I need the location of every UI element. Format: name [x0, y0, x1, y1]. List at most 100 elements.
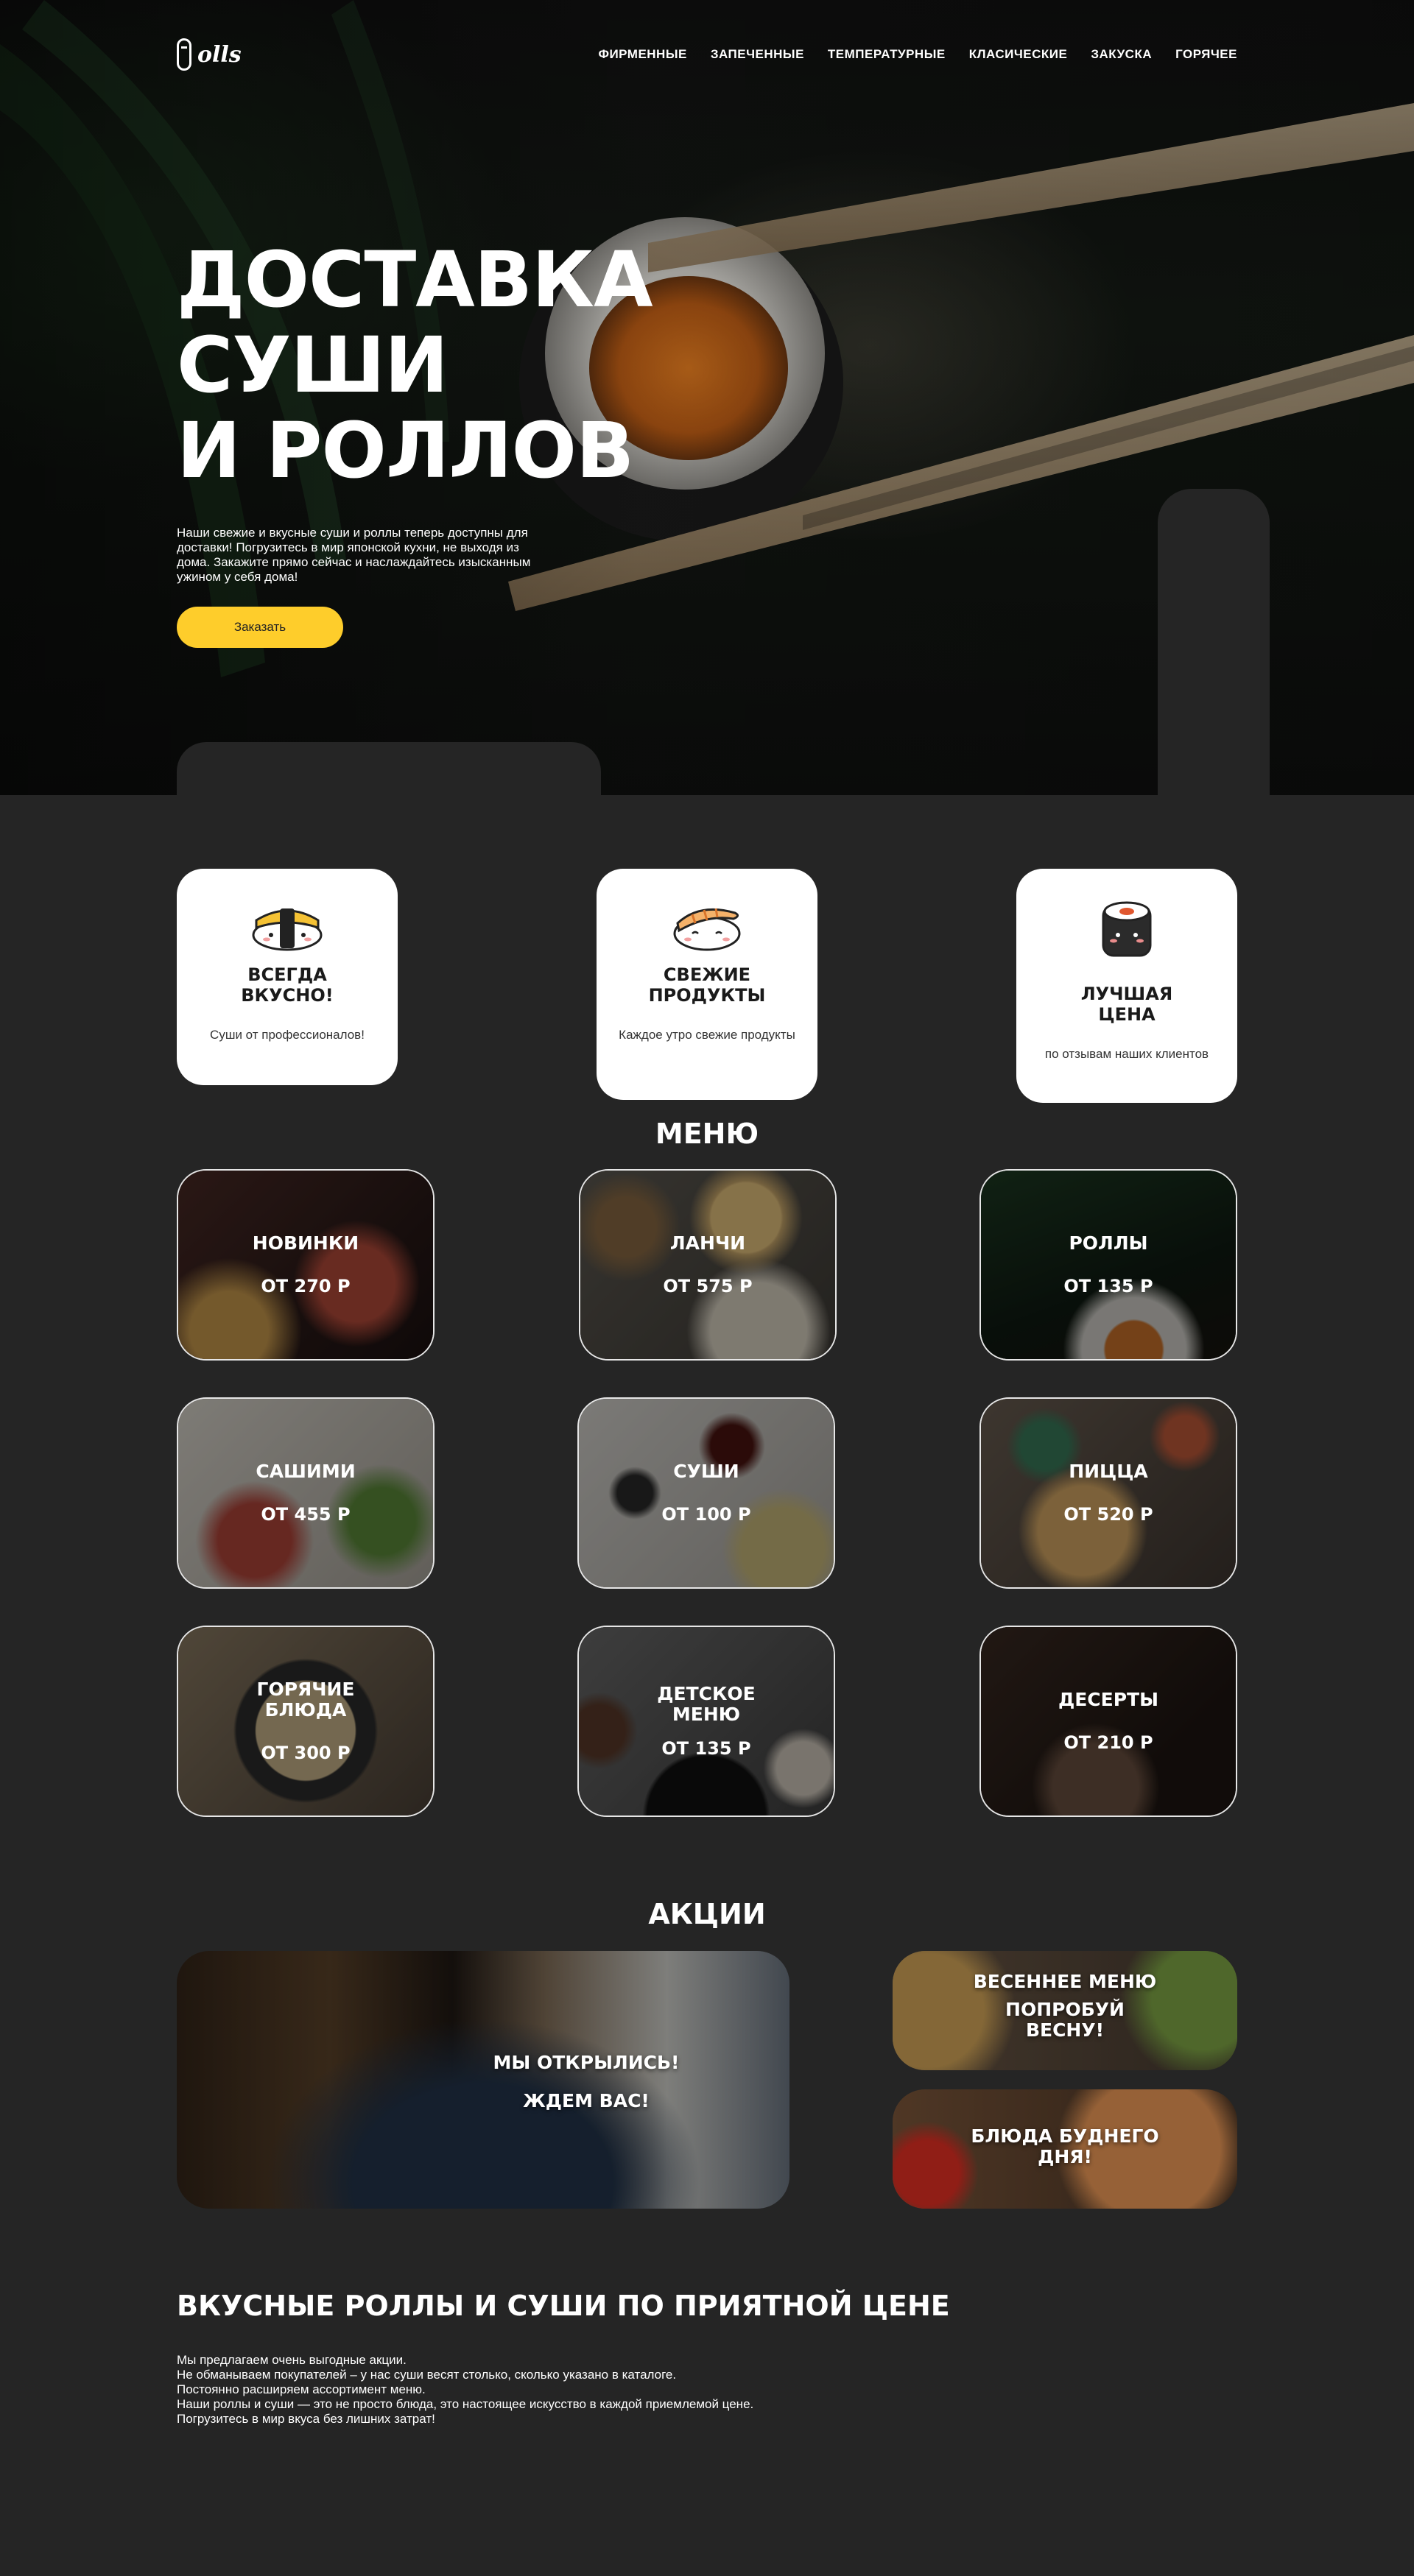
menu-card-name: ДЕСЕРТЫ	[981, 1690, 1236, 1710]
menu-card-label: ДЕТСКОЕ МЕНЮ ОТ 135 Р	[579, 1684, 834, 1760]
menu-card-rolls[interactable]: РОЛЛЫ ОТ 135 Р	[979, 1169, 1237, 1361]
hero-decor-right	[1158, 489, 1270, 795]
hero-section: olls ФИРМЕННЫЕ ЗАПЕЧЕННЫЕ ТЕМПЕРАТУРНЫЕ …	[0, 0, 1414, 795]
maki-roll-icon	[1102, 901, 1152, 957]
about-section: ВКУСНЫЕ РОЛЛЫ И СУШИ ПО ПРИЯТНОЙ ЦЕНЕ Мы…	[0, 2245, 1414, 2546]
about-text: Мы предлагаем очень выгодные акции. Не о…	[177, 2353, 1237, 2427]
nav-item-signature[interactable]: ФИРМЕННЫЕ	[598, 47, 686, 62]
main-nav: ФИРМЕННЫЕ ЗАПЕЧЕННЫЕ ТЕМПЕРАТУРНЫЕ КЛАСИ…	[598, 47, 1237, 62]
promo-line1: МЫ ОТКРЫЛИСЬ!	[493, 2052, 680, 2073]
nav-item-classic[interactable]: КЛАСИЧЕСКИЕ	[969, 47, 1068, 62]
menu-card-label: ПИЦЦА ОТ 520 Р	[981, 1461, 1236, 1525]
about-line: Постоянно расширяем ассортимент меню.	[177, 2382, 426, 2396]
menu-card-price: ОТ 300 Р	[261, 1743, 351, 1763]
promo-line2: ЖДЕМ ВАС!	[523, 2090, 650, 2111]
menu-card-price: ОТ 100 Р	[661, 1504, 751, 1525]
feature-card-fresh: СВЕЖИЕ ПРОДУКТЫ Каждое утро свежие проду…	[597, 869, 817, 1100]
promos-section: МЫ ОТКРЫЛИСЬ! ЖДЕМ ВАС! ВЕСЕННЕЕ МЕНЮ ПО…	[0, 1951, 1414, 2245]
feature-title: ВСЕГДА ВКУСНО!	[177, 964, 398, 1006]
promo-spring-menu[interactable]: ВЕСЕННЕЕ МЕНЮ ПОПРОБУЙ ВЕСНУ!	[893, 1951, 1237, 2070]
menu-card-desserts[interactable]: ДЕСЕРТЫ ОТ 210 Р	[979, 1626, 1237, 1817]
nav-item-snack[interactable]: ЗАКУСКА	[1091, 47, 1152, 62]
menu-card-name-line1: САШИМИ	[256, 1461, 356, 1482]
menu-card-price: ОТ 135 Р	[661, 1738, 751, 1759]
feature-title-line1: ЛУЧШАЯ	[1080, 984, 1173, 1004]
menu-card-name-line1: ЛАНЧИ	[669, 1232, 746, 1254]
promo-line1: БЛЮДА БУДНЕГО	[971, 2125, 1159, 2147]
menu-card-name-line1: СУШИ	[673, 1461, 739, 1482]
feature-title-line1: СВЕЖИЕ	[663, 964, 751, 985]
menu-card-name: НОВИНКИ	[178, 1233, 433, 1254]
hero-decor-left	[177, 742, 601, 795]
menu-card-name: ГОРЯЧИЕ БЛЮДА	[178, 1679, 433, 1721]
promo-text: МЫ ОТКРЫЛИСЬ! ЖДЕМ ВАС!	[383, 2053, 789, 2111]
menu-card-lunch[interactable]: ЛАНЧИ ОТ 575 Р	[579, 1169, 837, 1361]
menu-card-label: ГОРЯЧИЕ БЛЮДА ОТ 300 Р	[178, 1679, 433, 1764]
feature-title-line2: ЦЕНА	[1098, 1004, 1156, 1025]
menu-card-name: САШИМИ	[178, 1461, 433, 1482]
menu-card-name: ЛАНЧИ	[580, 1233, 835, 1254]
menu-card-name-line2: МЕНЮ	[672, 1704, 741, 1725]
about-title: ВКУСНЫЕ РОЛЛЫ И СУШИ ПО ПРИЯТНОЙ ЦЕНЕ	[177, 2290, 950, 2322]
menu-card-name-line1: ПИЦЦА	[1069, 1461, 1148, 1482]
menu-card-sashimi[interactable]: САШИМИ ОТ 455 Р	[177, 1397, 435, 1589]
nav-item-hot[interactable]: ГОРЯЧЕЕ	[1175, 47, 1237, 62]
promo-opening[interactable]: МЫ ОТКРЫЛИСЬ! ЖДЕМ ВАС!	[177, 1951, 789, 2209]
menu-card-name: РОЛЛЫ	[981, 1233, 1236, 1254]
promos-title: АКЦИИ	[648, 1898, 766, 1930]
menu-card-label: ЛАНЧИ ОТ 575 Р	[580, 1233, 835, 1297]
menu-title: МЕНЮ	[655, 1118, 759, 1150]
promo-line2: ДНЯ!	[1038, 2146, 1092, 2167]
feature-title: СВЕЖИЕ ПРОДУКТЫ	[597, 964, 817, 1006]
menu-card-price: ОТ 270 Р	[261, 1276, 351, 1296]
menu-card-kids[interactable]: ДЕТСКОЕ МЕНЮ ОТ 135 Р	[577, 1626, 835, 1817]
about-line: Мы предлагаем очень выгодные акции.	[177, 2353, 407, 2367]
logo-text: olls	[197, 41, 242, 68]
feature-title-line1: ВСЕГДА	[247, 964, 327, 985]
menu-card-pizza[interactable]: ПИЦЦА ОТ 520 Р	[979, 1397, 1237, 1589]
menu-card-sushi[interactable]: СУШИ ОТ 100 Р	[577, 1397, 835, 1589]
promo-text: БЛЮДА БУДНЕГО ДНЯ!	[893, 2126, 1237, 2167]
promo-text: ВЕСЕННЕЕ МЕНЮ ПОПРОБУЙ ВЕСНУ!	[893, 1972, 1237, 2041]
about-line: Наши роллы и суши — это не просто блюда,…	[177, 2397, 754, 2411]
hero-title-line1: ДОСТАВКА СУШИ	[177, 235, 653, 410]
promo-line3: ВЕСНУ!	[1025, 2019, 1105, 2041]
feature-card-tasty: ВСЕГДА ВКУСНО! Суши от профессионалов!	[177, 869, 398, 1085]
about-line: Не обманываем покупателей – у нас суши в…	[177, 2368, 677, 2382]
menu-card-name-line1: РОЛЛЫ	[1069, 1232, 1148, 1254]
menu-card-name-line2: БЛЮДА	[264, 1699, 347, 1721]
menu-card-price: ОТ 135 Р	[1063, 1276, 1153, 1296]
order-button[interactable]: Заказать	[177, 607, 343, 648]
menu-card-price: ОТ 455 Р	[261, 1504, 351, 1525]
feature-title-line2: ВКУСНО!	[241, 985, 334, 1006]
menu-card-name-line1: ДЕТСКОЕ	[657, 1683, 756, 1704]
logo[interactable]: olls	[177, 38, 242, 71]
menu-card-name: ДЕТСКОЕ МЕНЮ	[579, 1684, 834, 1725]
feature-text: по отзывам наших клиентов	[1044, 1047, 1209, 1061]
about-line: Погрузитесь в мир вкуса без лишних затра…	[177, 2412, 435, 2426]
shrimp-sushi-icon	[673, 908, 741, 951]
promo-line1: ВЕСЕННЕЕ МЕНЮ	[973, 1971, 1157, 1992]
feature-text: Суши от профессионалов!	[210, 1028, 365, 1042]
hero-title: ДОСТАВКА СУШИ И РОЛЛОВ	[177, 237, 840, 493]
menu-card-name: ПИЦЦА	[981, 1461, 1236, 1482]
nav-item-tempura[interactable]: ТЕМПЕРАТУРНЫЕ	[828, 47, 946, 62]
feature-card-price: ЛУЧШАЯ ЦЕНА по отзывам наших клиентов	[1016, 869, 1237, 1103]
promo-weekday-dishes[interactable]: БЛЮДА БУДНЕГО ДНЯ!	[893, 2089, 1237, 2209]
menu-grid: НОВИНКИ ОТ 270 Р ЛАНЧИ ОТ 575 Р РОЛЛЫ ОТ…	[0, 1163, 1414, 1877]
menu-card-label: НОВИНКИ ОТ 270 Р	[178, 1233, 433, 1297]
hero-description: Наши свежие и вкусные суши и роллы тепер…	[177, 526, 531, 584]
feature-text: Каждое утро свежие продукты	[619, 1028, 795, 1042]
menu-card-hot-dishes[interactable]: ГОРЯЧИЕ БЛЮДА ОТ 300 Р	[177, 1626, 435, 1817]
menu-card-new[interactable]: НОВИНКИ ОТ 270 Р	[177, 1169, 435, 1361]
menu-card-name-line1: ГОРЯЧИЕ	[256, 1679, 355, 1700]
menu-card-name: СУШИ	[579, 1461, 834, 1482]
feature-title: ЛУЧШАЯ ЦЕНА	[1016, 984, 1237, 1025]
promo-line2: ПОПРОБУЙ	[1005, 1999, 1125, 2020]
menu-card-price: ОТ 575 Р	[663, 1276, 753, 1296]
menu-card-name-line1: ДЕСЕРТЫ	[1058, 1689, 1159, 1710]
menu-card-label: СУШИ ОТ 100 Р	[579, 1461, 834, 1525]
nav-item-baked[interactable]: ЗАПЕЧЕННЫЕ	[711, 47, 804, 62]
menu-card-label: РОЛЛЫ ОТ 135 Р	[981, 1233, 1236, 1297]
logo-icon	[177, 38, 191, 71]
